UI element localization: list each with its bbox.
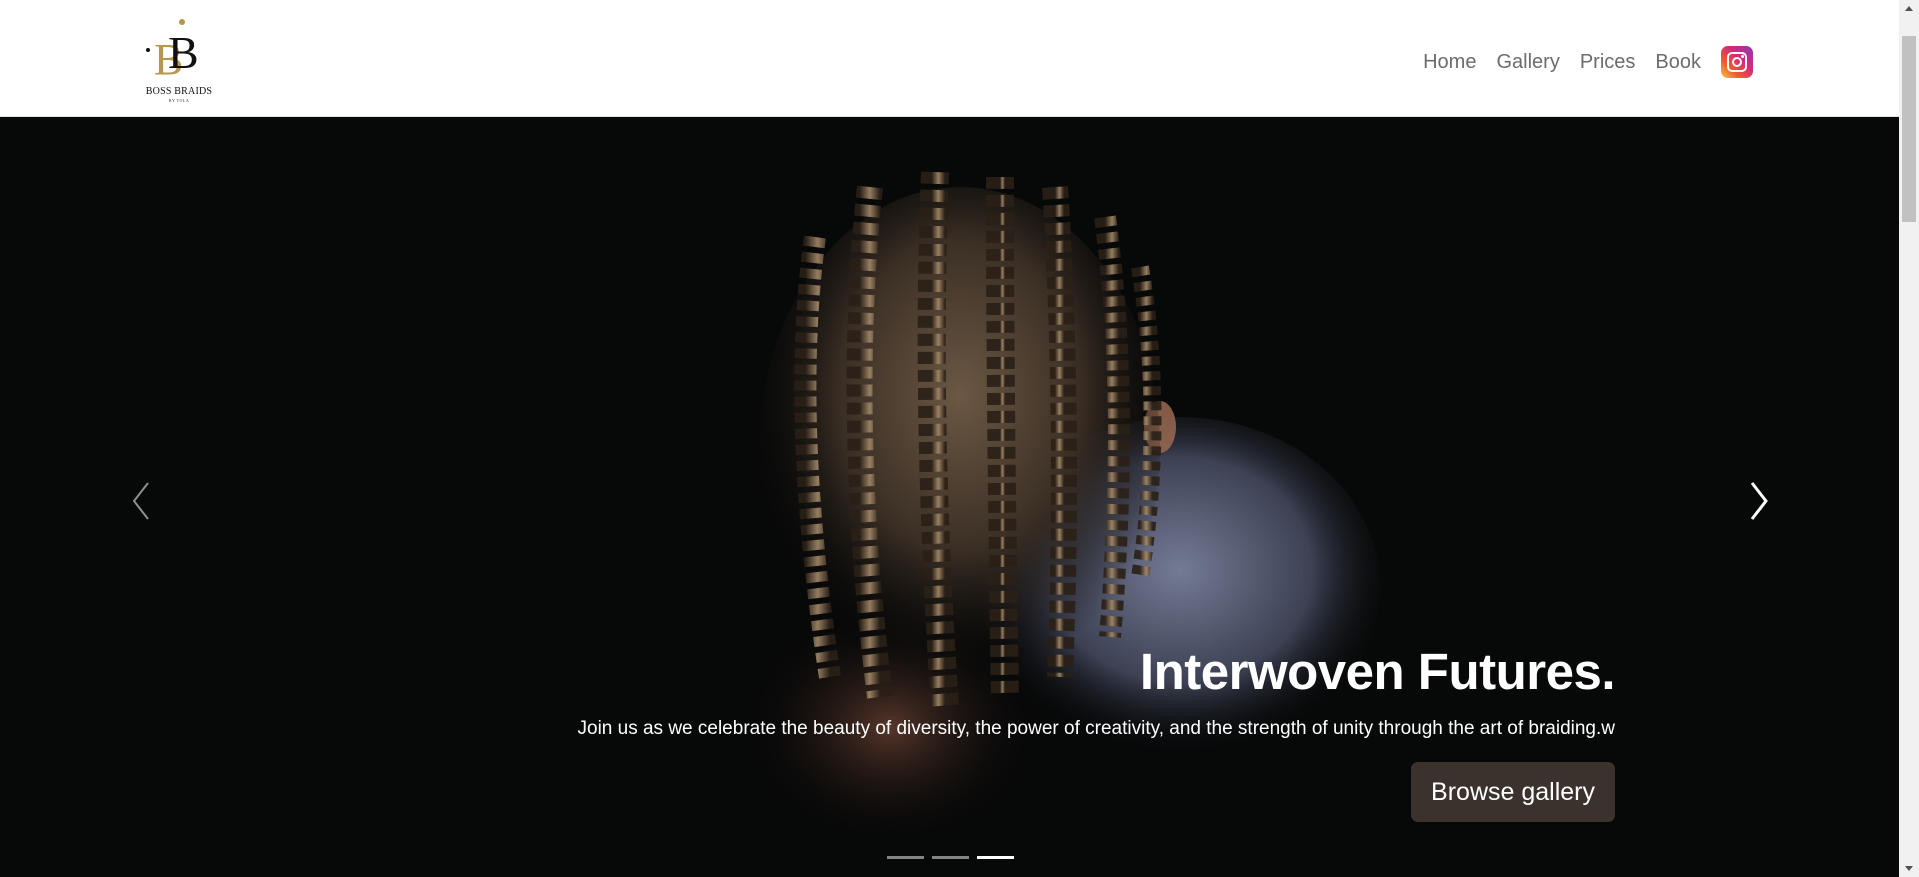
hero-title: Interwoven Futures. [1139,643,1616,700]
logo-monogram-icon: B B [146,19,199,84]
chevron-right-icon [1750,482,1768,520]
svg-text:B: B [168,27,199,78]
nav-home-link[interactable]: Home [1413,46,1486,78]
chevron-left-icon [132,482,149,520]
hero-carousel: Interwoven Futures. Join us as we celebr… [0,117,1899,877]
brand-logo[interactable]: B B BOSS BRAIDS BY TOLA [140,16,218,108]
nav-gallery-link[interactable]: Gallery [1486,46,1569,78]
carousel-indicators [887,856,1014,859]
nav-prices-link[interactable]: Prices [1570,46,1646,78]
carousel-indicator-3[interactable] [977,856,1014,859]
instagram-dot [1741,55,1744,58]
scroll-up-arrow-icon[interactable] [1899,0,1919,17]
carousel-indicator-2[interactable] [932,856,969,859]
browse-gallery-button[interactable]: Browse gallery [1411,762,1615,822]
hero-subtitle: Join us as we celebrate the beauty of di… [577,718,1616,739]
carousel-indicator-1[interactable] [887,856,924,859]
carousel-caption: Interwoven Futures. Join us as we celebr… [577,642,1616,822]
instagram-icon[interactable] [1721,46,1753,78]
page-scrollbar[interactable] [1899,0,1919,877]
nav-book-link[interactable]: Book [1645,46,1711,78]
page: B B BOSS BRAIDS BY TOLA Home Gallery Pri… [0,0,1919,877]
scrollbar-thumb[interactable] [1902,36,1916,222]
carousel-prev-button[interactable] [122,477,162,525]
scroll-down-arrow-icon[interactable] [1899,860,1919,877]
logo-subtext: BY TOLA [168,98,190,103]
navbar: B B BOSS BRAIDS BY TOLA Home Gallery Pri… [0,0,1899,117]
carousel-next-button[interactable] [1738,477,1778,525]
logo-text: BOSS BRAIDS [145,86,213,97]
instagram-lens [1732,57,1742,67]
main-nav: Home Gallery Prices Book [1413,46,1753,78]
